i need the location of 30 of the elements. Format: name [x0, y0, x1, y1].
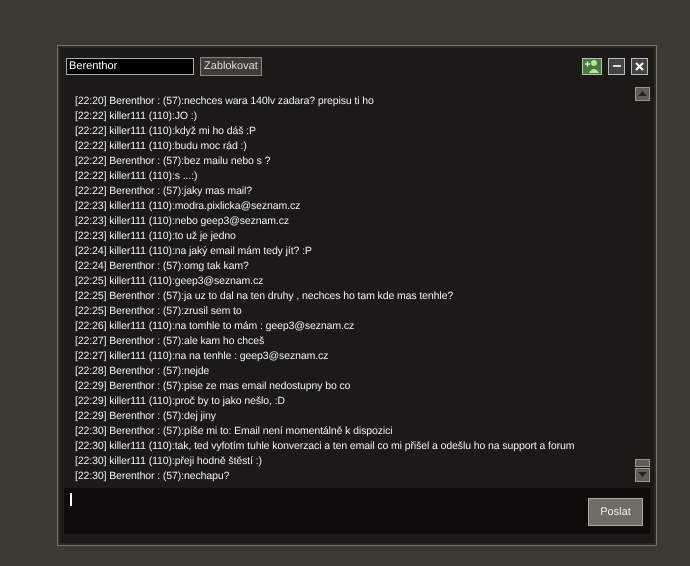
chat-message: [22:22] killer111 (110):s ...:): [75, 168, 198, 184]
chat-message: [22:20] Berenthor : (57):nechces wara 140lv zadara? prepisu ti ho: [75, 94, 375, 109]
send-button[interactable]: Poslat: [588, 498, 643, 526]
chat-message: [22:28] Berenthor : (57):nejde: [75, 364, 210, 379]
chat-message: [22:27] Berenthor : (57):ale kam ho chceš: [75, 334, 266, 349]
chat-message: [22:23] killer111 (110):nebo geep3@seznam.cz: [75, 214, 290, 229]
name-field[interactable]: Berenthor: [66, 58, 194, 75]
chat-message: [22:29] Berenthor : (57):pise ze mas email nedostupny bo co: [75, 378, 352, 394]
chat-message: [22:22] Berenthor : (57):jaky mas mail?: [75, 184, 254, 199]
block-button[interactable]: Zablokovat: [200, 56, 262, 76]
chat-message: [22:30] Berenthor : (57):píše mi to: Email není momentálně k dispozici: [75, 424, 394, 439]
chat-message: [22:22] Berenthor : (57):bez mailu nebo s ?: [75, 154, 272, 169]
chat-message: [22:26] killer111 (110):na tomhle to mám : geep3@seznam.cz: [75, 318, 356, 334]
chat-message: [22:23] killer111 (110):to už je jedno: [75, 228, 237, 244]
chat-message: [22:30] killer111 (110):tak, ted vyfotím tuhle konverzaci a ten email co mi přišel a odešlu ho na support a forum: [75, 438, 576, 454]
chat-message: [22:22] killer111 (110):JO :): [75, 108, 198, 124]
chat-message: [22:24] Berenthor : (57):omg tak kam?: [75, 258, 250, 274]
chat-message: [22:25] Berenthor : (57):zrusil sem to: [75, 304, 243, 319]
message-input[interactable]: Poslat: [64, 488, 650, 534]
chat-message: [22:22] killer111 (110):budu moc rád :): [75, 138, 248, 154]
chat-message: [22:25] Berenthor : (57):ja uz to dal na ten druhy , nechces ho tam kde mas tenhle?: [75, 288, 454, 304]
chat-message: [22:25] killer111 (110):geep3@seznam.cz: [75, 274, 264, 289]
chat-message: [22:30] killer111 (110):přeji hodně štěstí :): [75, 454, 263, 469]
chat-message: [22:30] Berenthor : (57):nechapu?: [75, 468, 230, 484]
chat-message: [22:24] killer111 (110):na jaký email mám tedy jít? :P: [75, 244, 313, 259]
chat-message: [22:29] killer111 (110):proč by to jako nešlo, :D: [75, 394, 286, 409]
chat-message: [22:22] killer111 (110):když mi ho dáš :P: [75, 124, 257, 139]
chat-message: [22:29] Berenthor : (57):dej jiny: [75, 408, 217, 424]
chat-message: [22:27] killer111 (110):na na tenhle : geep3@seznam.cz: [75, 348, 330, 364]
chat-message: [22:23] killer111 (110):modra.pixlicka@seznam.cz: [75, 198, 302, 214]
